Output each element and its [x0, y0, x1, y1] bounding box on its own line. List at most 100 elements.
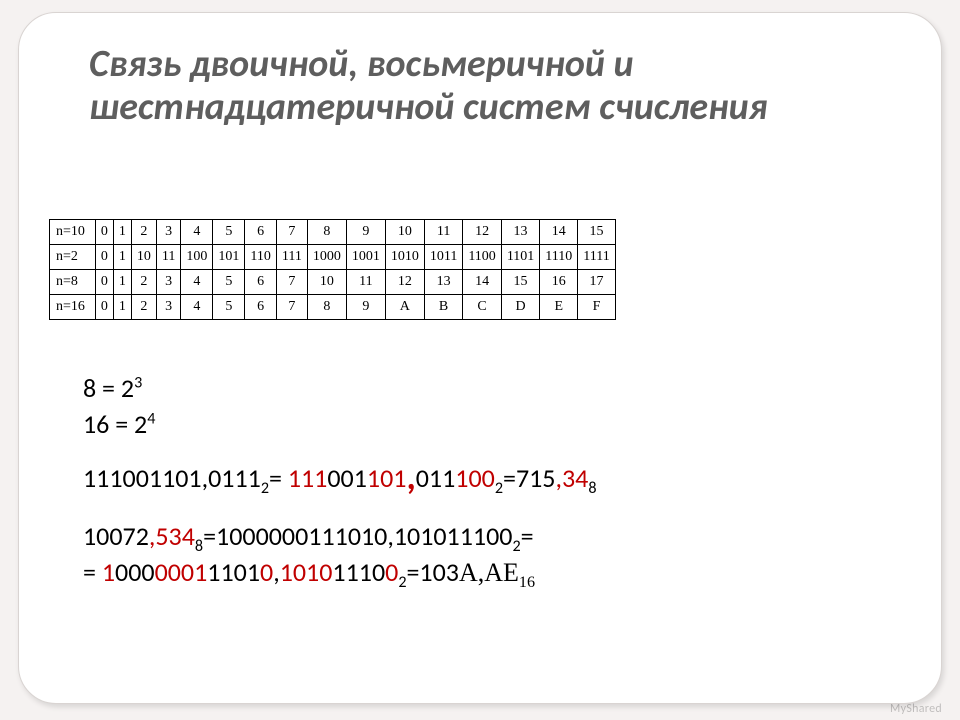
l4-bsub: 8 [195, 537, 203, 556]
digit-group: 1 [102, 556, 115, 588]
table-cell: 15 [501, 270, 539, 295]
l4-a: 10072 [83, 520, 149, 552]
digit-group: 1110 [332, 556, 385, 588]
table-cell: 1101 [501, 245, 539, 270]
table-cell: 1000 [307, 245, 346, 270]
table-cell: 7 [276, 220, 307, 245]
table-row: n=8012345671011121314151617 [50, 270, 616, 295]
table-cell: 4 [181, 220, 213, 245]
table-cell: 0 [95, 220, 113, 245]
table-row: n=160123456789ABCDEF [50, 295, 616, 320]
digit-group: 000 [115, 556, 155, 588]
table-cell: 16 [540, 270, 578, 295]
table-cell: 12 [463, 220, 501, 245]
table-cell: 0 [95, 270, 113, 295]
row-label: n=8 [50, 270, 96, 295]
l4-eq: =1000000111010,101011100 [203, 520, 512, 552]
table-cell: 4 [181, 295, 213, 320]
l3-b3: 101 [367, 462, 407, 494]
table-cell: 1001 [346, 245, 385, 270]
l5-ressub: 16 [519, 574, 535, 591]
conversion-table: n=100123456789101112131415n=201101110010… [49, 219, 616, 320]
table-cell: 2 [131, 220, 156, 245]
conversion-line-2a: 10072,5348=1000000111010,1010111002= [83, 521, 903, 553]
table-cell: B [424, 295, 462, 320]
table-cell: 17 [578, 270, 615, 295]
table-cell: 100 [181, 245, 213, 270]
table-cell: 1 [113, 295, 131, 320]
table-cell: 11 [424, 220, 462, 245]
table-cell: 0 [95, 295, 113, 320]
l3-asub: 2 [261, 479, 269, 498]
l5-resb: A,AE [459, 558, 519, 587]
table-cell: 101 [213, 245, 245, 270]
row-label: n=16 [50, 295, 96, 320]
l5-lead: = [83, 556, 102, 588]
table-cell: 5 [213, 220, 245, 245]
l3-b1: 111 [288, 462, 328, 494]
table-cell: 8 [307, 295, 346, 320]
table-cell: C [463, 295, 501, 320]
table-cell: 0 [95, 245, 113, 270]
l5-groups: 1000000111010,101011100 [102, 556, 398, 588]
table-cell: 10 [307, 270, 346, 295]
l3-c2: 100 [455, 462, 495, 494]
digit-group: 0 [385, 556, 398, 588]
eq1-base: 8 = 2 [83, 372, 134, 404]
digit-group: 1101 [207, 556, 260, 588]
table-cell: 14 [463, 270, 501, 295]
table-cell: 10 [385, 220, 424, 245]
digit-group: 1010 [280, 556, 333, 588]
table-cell: A [385, 295, 424, 320]
table-cell: 3 [156, 295, 180, 320]
table-cell: 1100 [463, 245, 501, 270]
table-cell: 1 [113, 220, 131, 245]
table-cell: 1111 [578, 245, 615, 270]
table-cell: 6 [245, 270, 276, 295]
table-cell: 14 [540, 220, 578, 245]
table-cell: 12 [385, 270, 424, 295]
table-cell: 1 [113, 245, 131, 270]
l4-tail: = [521, 520, 534, 552]
equation-16: 16 = 24 [83, 409, 903, 441]
l3-b2: 001 [327, 462, 367, 494]
table-row: n=100123456789101112131415 [50, 220, 616, 245]
digit-group: 0001 [155, 556, 208, 588]
table-cell: 13 [424, 270, 462, 295]
table-cell: 2 [131, 295, 156, 320]
row-label: n=10 [50, 220, 96, 245]
table-cell: 4 [181, 270, 213, 295]
row-label: n=2 [50, 245, 96, 270]
table-cell: 1 [113, 270, 131, 295]
table-cell: 1011 [424, 245, 462, 270]
table-cell: 8 [307, 220, 346, 245]
eq1-exp: 3 [134, 373, 142, 392]
table-cell: D [501, 295, 539, 320]
table-cell: 7 [276, 295, 307, 320]
l3-eq: = [269, 462, 288, 494]
table-cell: 6 [245, 220, 276, 245]
table-cell: 3 [156, 270, 180, 295]
table-cell: 5 [213, 270, 245, 295]
table-cell: 1110 [540, 245, 578, 270]
table-cell: 13 [501, 220, 539, 245]
comma-icon: , [406, 455, 415, 499]
table-cell: 11 [156, 245, 180, 270]
eq2-exp: 4 [147, 409, 155, 428]
table-cell: 6 [245, 295, 276, 320]
table-cell: 110 [245, 245, 276, 270]
l3-dsub: 8 [588, 479, 596, 498]
slide-title: Связь двоичной, восьмеричной и шестнадца… [89, 43, 889, 128]
table-cell: 11 [346, 270, 385, 295]
table-cell: 7 [276, 270, 307, 295]
table-cell: 10 [131, 245, 156, 270]
slide-frame: Связь двоичной, восьмеричной и шестнадца… [18, 12, 942, 704]
l4-eqsub: 2 [512, 537, 520, 556]
equation-8: 8 = 23 [83, 373, 903, 405]
table-cell: 9 [346, 220, 385, 245]
l3-csub: 2 [495, 479, 503, 498]
conversion-line-1: 111001101,01112= 111001101,0111002=715,3… [83, 463, 903, 495]
table-cell: 9 [346, 295, 385, 320]
table-cell: 15 [578, 220, 615, 245]
l3-c1: 011 [416, 462, 456, 494]
